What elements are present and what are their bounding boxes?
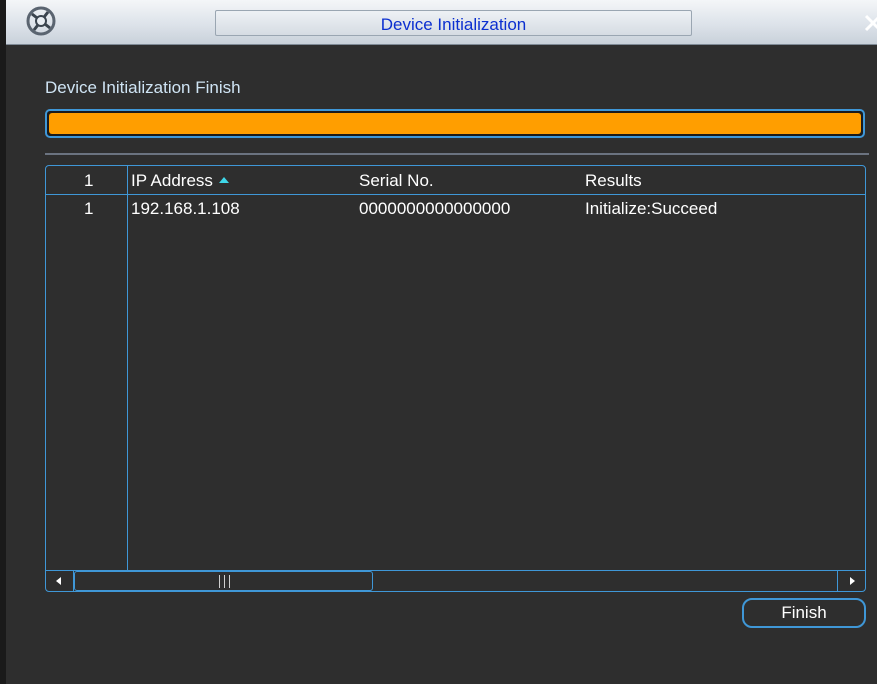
scroll-right-icon: [850, 577, 855, 585]
column-separator: [127, 166, 128, 570]
device-init-window: Device Initialization Device Initializat…: [0, 0, 877, 684]
row-result: Initialize:Succeed: [585, 199, 718, 218]
column-header-serial[interactable]: Serial No.: [359, 171, 434, 191]
title-bar: Device Initialization: [6, 0, 877, 45]
scrollbar-thumb[interactable]: [74, 571, 373, 591]
progress-bar: [45, 109, 865, 138]
table-row[interactable]: 1 192.168.1.108 0000000000000000 Initial…: [46, 199, 865, 221]
scroll-left-icon: [56, 577, 61, 585]
device-table: 1 IP Address Serial No. Results 1 192.16…: [45, 165, 866, 592]
divider: [45, 153, 869, 155]
title-box: Device Initialization: [215, 10, 692, 36]
row-index: 1: [84, 199, 94, 218]
brand-logo-icon: [24, 4, 58, 38]
column-header-index[interactable]: 1: [84, 171, 93, 191]
status-label: Device Initialization Finish: [45, 78, 241, 97]
horizontal-scrollbar[interactable]: [46, 570, 865, 591]
scroll-right-button[interactable]: [837, 571, 865, 591]
column-header-ip-address[interactable]: IP Address: [131, 171, 229, 191]
finish-button[interactable]: Finish: [742, 598, 866, 628]
window-title: Device Initialization: [380, 15, 527, 34]
table-header: 1 IP Address Serial No. Results: [46, 166, 865, 195]
row-serial: 0000000000000000: [359, 199, 511, 218]
sort-ascending-icon: [218, 177, 229, 183]
column-header-ip-label: IP Address: [131, 171, 213, 190]
column-header-results[interactable]: Results: [585, 171, 642, 191]
progress-fill: [49, 113, 861, 134]
close-icon[interactable]: [862, 12, 877, 34]
grip-icon: [217, 575, 231, 588]
scroll-left-button[interactable]: [46, 571, 74, 591]
row-ip-address: 192.168.1.108: [131, 199, 240, 218]
